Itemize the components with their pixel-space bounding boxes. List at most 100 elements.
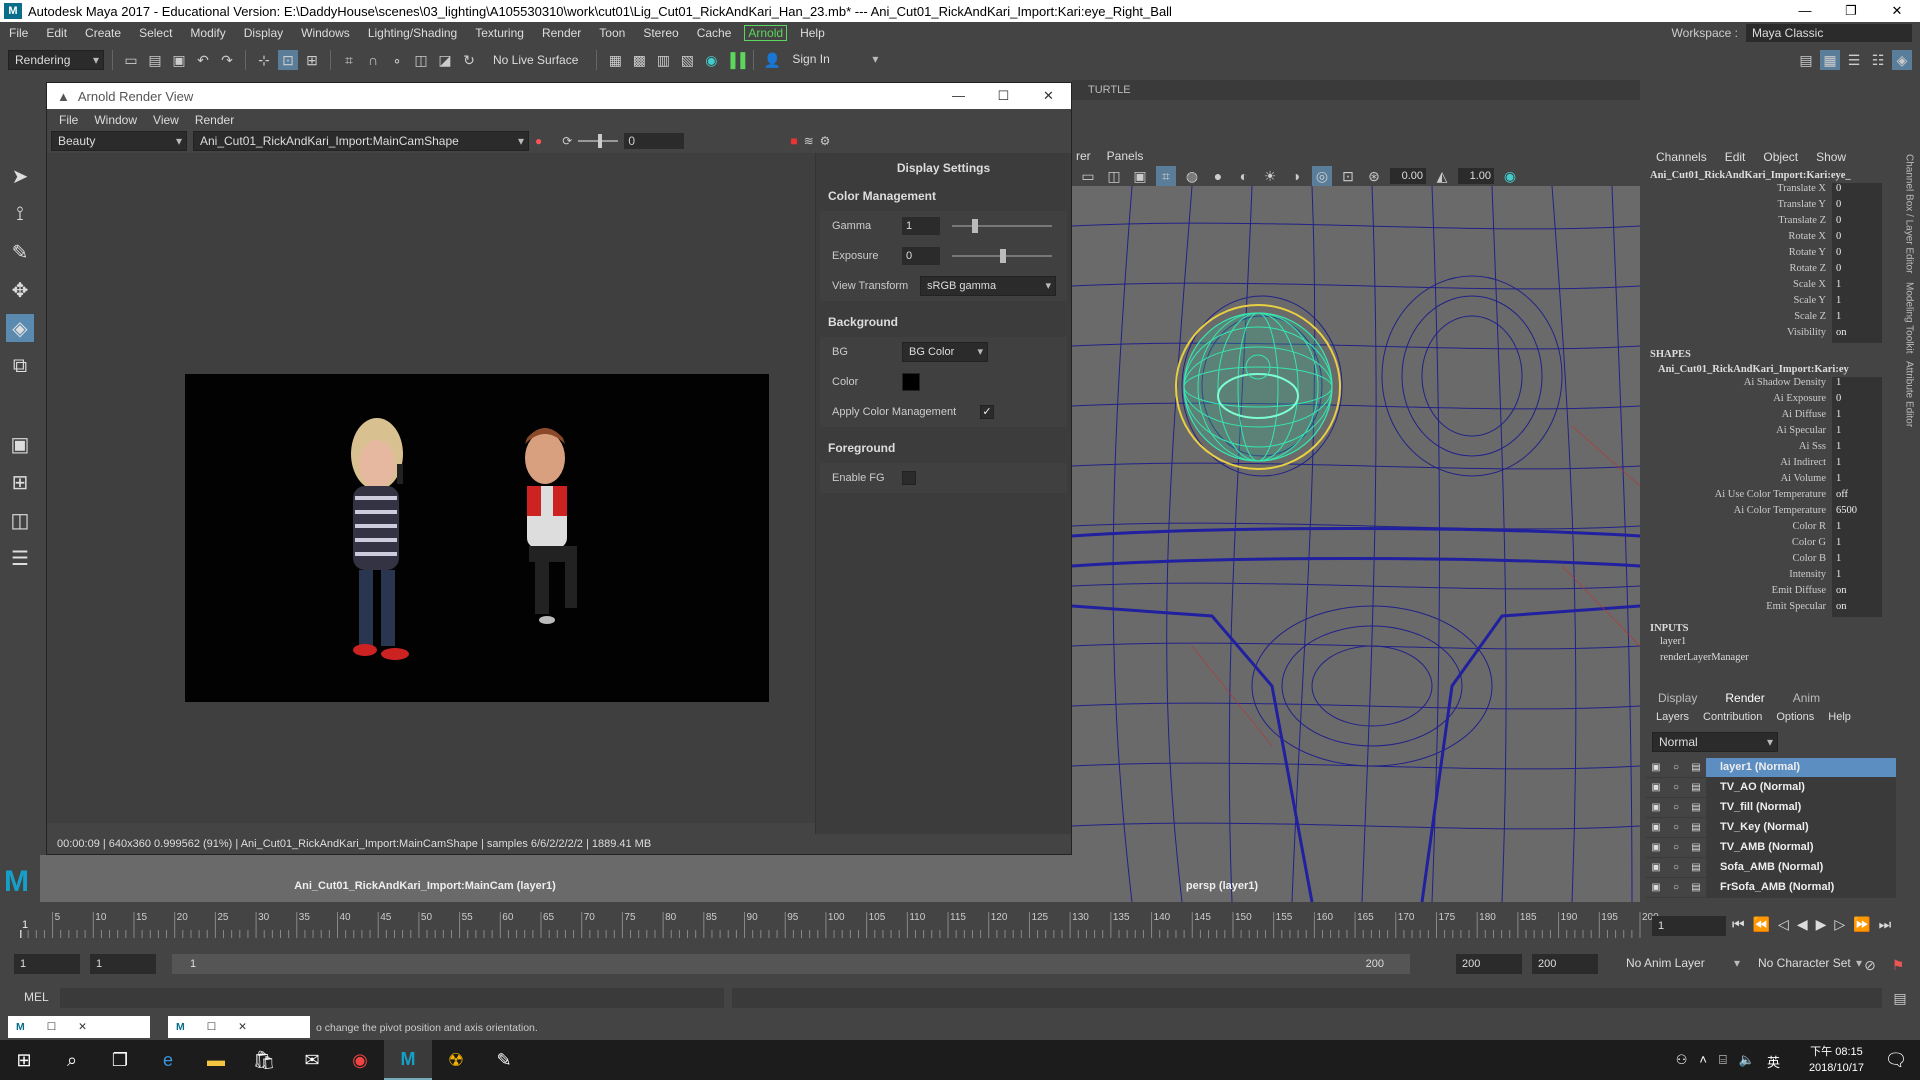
render-toggle-icon[interactable]: ▣ (1646, 882, 1666, 893)
channel-attr-value[interactable]: on (1832, 327, 1882, 343)
channel-attr-row[interactable]: Visibility on (1646, 327, 1896, 343)
menu-cache[interactable]: Cache (688, 26, 741, 40)
wireframe-icon[interactable]: ◍ (1182, 166, 1202, 186)
minimize-button[interactable]: — (1782, 0, 1828, 22)
close-small-icon[interactable]: ✕ (78, 1021, 87, 1033)
snap-curve-icon[interactable]: ∩ (363, 50, 383, 70)
channel-attr-value[interactable]: 0 (1832, 183, 1882, 199)
arv-exposure-value[interactable]: 0 (624, 133, 685, 149)
single-view-icon[interactable]: ▣ (6, 430, 34, 458)
render-toggle-icon[interactable]: ▣ (1646, 862, 1666, 873)
render-layer-row[interactable]: ▣ ○ ▤ FrSofa_AMB (Normal) (1646, 878, 1896, 898)
step-back-key-icon[interactable]: ⏪ (1753, 916, 1770, 933)
render-layer-row[interactable]: ▣ ○ ▤ Sofa_AMB (Normal) (1646, 858, 1896, 878)
render-frame-icon[interactable]: ▦ (605, 50, 625, 70)
menu-help[interactable]: Help (791, 26, 834, 40)
shape-attr-row[interactable]: Emit Diffuse on (1646, 585, 1896, 601)
visibility-icon[interactable]: ○ (1666, 762, 1686, 773)
input-item[interactable]: layer1 (1646, 636, 1896, 652)
shape-attr-value[interactable]: 1 (1832, 441, 1882, 457)
lights-icon[interactable]: ☀ (1260, 166, 1280, 186)
override-icon[interactable]: ▤ (1686, 822, 1706, 833)
windows-start-icon[interactable]: ⊞ (0, 1040, 48, 1080)
shape-attr-value[interactable]: 1 (1832, 473, 1882, 489)
cb-menu-show[interactable]: Show (1816, 150, 1846, 164)
lasso-tool-icon[interactable]: ⟟ (6, 200, 34, 228)
menu-arnold[interactable]: Arnold (744, 25, 788, 41)
maya-taskbar-icon[interactable]: M (384, 1040, 432, 1080)
shape-attr-row[interactable]: Ai Sss 1 (1646, 441, 1896, 457)
render-layer-row[interactable]: ▣ ○ ▤ TV_fill (Normal) (1646, 798, 1896, 818)
hypershade-icon[interactable]: ▧ (677, 50, 697, 70)
shadows-icon[interactable]: ◑ (1286, 166, 1306, 186)
mail-icon[interactable]: ✉ (288, 1040, 336, 1080)
render-toggle-icon[interactable]: ▣ (1646, 822, 1666, 833)
layer-menu-options[interactable]: Options (1776, 711, 1814, 723)
ipr-render-icon[interactable]: ▩ (629, 50, 649, 70)
arv-exposure-slider[interactable] (578, 134, 619, 148)
snap-surface-icon[interactable]: ◪ (435, 50, 455, 70)
anim-prefs-icon[interactable]: ⚑ (1888, 955, 1908, 975)
shape-name[interactable]: Ani_Cut01_RickAndKari_Import:Kari:ey (1646, 362, 1896, 377)
gamma-field[interactable]: 1 (902, 217, 940, 235)
image-plane-icon[interactable]: ▣ (1130, 166, 1150, 186)
render-toggle-icon[interactable]: ▣ (1646, 782, 1666, 793)
restore-button[interactable]: ❐ (1828, 0, 1874, 22)
channel-attr-value[interactable]: 1 (1832, 311, 1882, 327)
step-forward-frame-icon[interactable]: ▷ (1834, 916, 1845, 933)
render-layer-row[interactable]: ▣ ○ ▤ layer1 (Normal) (1646, 758, 1896, 778)
cb-menu-edit[interactable]: Edit (1725, 150, 1746, 164)
layer-editor-icon[interactable]: ◈ (1892, 50, 1912, 70)
shape-attr-value[interactable]: 1 (1832, 409, 1882, 425)
channel-attr-row[interactable]: Translate Y 0 (1646, 199, 1896, 215)
channel-attr-row[interactable]: Rotate Y 0 (1646, 247, 1896, 263)
redo-icon[interactable]: ↷ (217, 50, 237, 70)
snap-grid-icon[interactable]: ⌗ (339, 50, 359, 70)
render-toggle-icon[interactable]: ▣ (1646, 802, 1666, 813)
channel-attr-value[interactable]: 0 (1832, 247, 1882, 263)
stop-render-icon[interactable]: ■ (790, 134, 797, 148)
four-view-icon[interactable]: ⊞ (6, 468, 34, 496)
viewport-menu-renderer[interactable]: rer (1076, 149, 1091, 163)
visibility-icon[interactable]: ○ (1666, 802, 1686, 813)
menu-create[interactable]: Create (76, 26, 130, 40)
cb-menu-object[interactable]: Object (1763, 150, 1798, 164)
menu-stereo[interactable]: Stereo (634, 26, 687, 40)
anim-end-field[interactable]: 200 (1532, 954, 1598, 974)
shape-attr-value[interactable]: 1 (1832, 377, 1882, 393)
scale-tool-icon[interactable]: ⧉ (6, 352, 34, 380)
isolate-icon[interactable]: ⊡ (1338, 166, 1358, 186)
menu-lighting-shading[interactable]: Lighting/Shading (359, 26, 466, 40)
view-transform-dropdown[interactable]: sRGB gamma (920, 276, 1056, 296)
channel-attr-row[interactable]: Scale X 1 (1646, 279, 1896, 295)
shape-attr-value[interactable]: on (1832, 601, 1882, 617)
visibility-icon[interactable]: ○ (1666, 822, 1686, 833)
shape-attr-row[interactable]: Ai Indirect 1 (1646, 457, 1896, 473)
close-button[interactable]: ✕ (1874, 0, 1920, 22)
layer-menu-layers[interactable]: Layers (1656, 711, 1689, 723)
arv-menu-window[interactable]: Window (86, 113, 145, 127)
channel-attr-value[interactable]: 0 (1832, 231, 1882, 247)
foreground-header[interactable]: Foreground (816, 435, 1071, 461)
menu-modify[interactable]: Modify (181, 26, 234, 40)
volume-icon[interactable]: 🔈 (1739, 1052, 1755, 1071)
open-scene-icon[interactable]: ▤ (145, 50, 165, 70)
override-icon[interactable]: ▤ (1686, 802, 1706, 813)
exposure-slider[interactable] (952, 249, 1052, 263)
undo-icon[interactable]: ↶ (193, 50, 213, 70)
visibility-icon[interactable]: ○ (1666, 862, 1686, 873)
arv-menu-file[interactable]: File (51, 113, 86, 127)
notification-icon[interactable]: 🗨 (1872, 1040, 1920, 1080)
camera-dropdown[interactable]: Ani_Cut01_RickAndKari_Import:MainCamShap… (193, 131, 529, 151)
color-mgmt-icon[interactable]: ◉ (1500, 166, 1520, 186)
shape-attr-row[interactable]: Color R 1 (1646, 521, 1896, 537)
outliner-icon[interactable]: ☰ (6, 544, 34, 572)
select-component-icon[interactable]: ⊞ (302, 50, 322, 70)
shape-attr-value[interactable]: 1 (1832, 521, 1882, 537)
turtle-shelf-tab[interactable]: TURTLE (1072, 80, 1640, 100)
shape-attr-row[interactable]: Color G 1 (1646, 537, 1896, 553)
channel-attr-row[interactable]: Translate X 0 (1646, 183, 1896, 199)
minimized-window-2[interactable]: M ☐ ✕ (168, 1016, 310, 1038)
menu-render[interactable]: Render (533, 26, 590, 40)
time-slider[interactable]: 1 5 10 15 20 25 30 35 40 45 50 55 60 65 70 75 80 85 90 95 10… (0, 908, 1920, 944)
